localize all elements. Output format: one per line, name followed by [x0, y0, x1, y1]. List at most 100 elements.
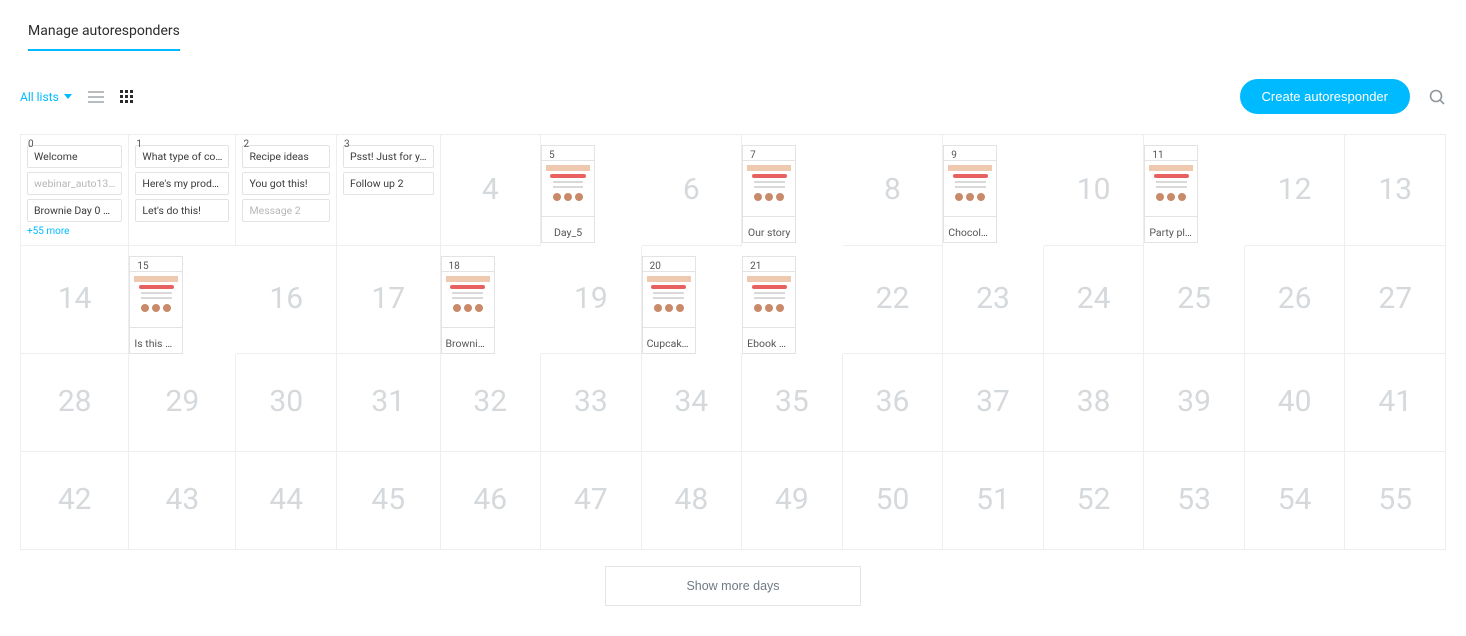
autoresponder-pill[interactable]: Follow up 2 — [343, 172, 434, 195]
day-cell[interactable]: 41 — [1345, 354, 1446, 452]
day-cell[interactable]: 55 — [1345, 452, 1446, 550]
day-cell[interactable]: 54 — [1245, 452, 1346, 550]
email-thumbnail[interactable] — [541, 160, 595, 217]
thumbnail-label: Day_5 — [554, 226, 582, 238]
day-number: 17 — [371, 281, 405, 316]
day-cell[interactable]: 52 — [1044, 452, 1145, 550]
day-cell[interactable]: 43 — [129, 452, 236, 550]
day-cell[interactable]: 26 — [1245, 246, 1346, 354]
day-cell[interactable]: 42 — [21, 452, 129, 550]
list-view-icon[interactable] — [88, 90, 104, 104]
day-number: 41 — [1378, 384, 1412, 419]
day-number: 9 — [951, 150, 957, 161]
day-cell[interactable]: 15Is this what you're… — [129, 256, 183, 354]
day-number: 38 — [1077, 384, 1111, 419]
day-cell[interactable]: 0Welcomewebinar_auto13…Brownie Day 0 …+5… — [21, 135, 129, 246]
email-thumbnail[interactable] — [742, 160, 796, 217]
day-cell[interactable]: 12 — [1245, 135, 1346, 246]
day-cell[interactable]: 7Our story — [742, 145, 796, 243]
email-thumbnail[interactable] — [129, 271, 183, 328]
day-number: 43 — [166, 482, 200, 517]
autoresponder-pill[interactable]: Message 2 — [242, 199, 330, 222]
toolbar: All lists Create autor — [20, 79, 1446, 114]
email-thumbnail[interactable] — [742, 271, 796, 328]
day-number: 53 — [1177, 482, 1211, 517]
day-cell[interactable]: 48 — [642, 452, 743, 550]
day-cell[interactable]: 39 — [1144, 354, 1245, 452]
day-cell[interactable]: 40 — [1245, 354, 1346, 452]
day-cell[interactable]: 34 — [642, 354, 743, 452]
day-cell[interactable]: 38 — [1044, 354, 1145, 452]
day-cell[interactable]: 29 — [129, 354, 236, 452]
show-more-days-button[interactable]: Show more days — [605, 566, 860, 606]
day-cell[interactable]: 5Day_5 — [541, 145, 595, 243]
email-thumbnail[interactable] — [1144, 160, 1198, 217]
autoresponder-pill[interactable]: Recipe ideas — [242, 145, 330, 168]
day-number: 14 — [58, 281, 92, 316]
email-thumbnail[interactable] — [441, 271, 495, 328]
autoresponder-pill[interactable]: Brownie Day 0 … — [27, 199, 122, 222]
autoresponder-pill[interactable]: Here's my prod… — [135, 172, 229, 195]
day-cell[interactable]: 16 — [236, 246, 337, 354]
day-cell[interactable]: 47 — [541, 452, 642, 550]
day-cell[interactable]: 17 — [337, 246, 441, 354]
day-cell[interactable]: 51 — [943, 452, 1044, 550]
day-cell[interactable]: 50 — [843, 452, 944, 550]
day-number: 39 — [1177, 384, 1211, 419]
day-cell[interactable]: 49 — [742, 452, 843, 550]
day-number: 42 — [58, 482, 92, 517]
search-icon[interactable] — [1428, 88, 1446, 106]
day-number: 10 — [1077, 172, 1111, 207]
day-cell[interactable]: 32 — [441, 354, 542, 452]
day-cell[interactable]: 53 — [1144, 452, 1245, 550]
day-cell[interactable]: 31 — [337, 354, 441, 452]
autoresponder-pill[interactable]: Psst! Just for y… — [343, 145, 434, 168]
day-number: 55 — [1378, 482, 1412, 517]
day-cell[interactable]: 1What type of co…Here's my prod…Let's do… — [129, 135, 236, 246]
day-cell[interactable]: 4 — [441, 135, 542, 246]
day-cell[interactable]: 14 — [21, 246, 129, 354]
day-cell[interactable]: 20Cupcake offer — [642, 256, 696, 354]
day-cell[interactable]: 30 — [236, 354, 337, 452]
day-cell[interactable]: 3Psst! Just for y…Follow up 2 — [337, 135, 441, 246]
day-cell[interactable]: 23 — [943, 246, 1044, 354]
list-filter-dropdown[interactable]: All lists — [20, 90, 72, 104]
autoresponder-pill[interactable]: webinar_auto13… — [27, 172, 122, 195]
grid-view-icon[interactable] — [120, 90, 134, 104]
day-cell[interactable]: 9Chocolate Monste… — [943, 145, 997, 243]
day-cell[interactable]: 21Ebook purchase — [742, 256, 796, 354]
day-cell[interactable]: 37 — [943, 354, 1044, 452]
autoresponder-pill[interactable]: Welcome — [27, 145, 122, 168]
day-number: 20 — [650, 261, 661, 272]
day-cell[interactable]: 10 — [1044, 135, 1145, 246]
day-cell[interactable]: 8 — [843, 135, 944, 246]
day-cell[interactable]: 45 — [337, 452, 441, 550]
autoresponder-pill[interactable]: You got this! — [242, 172, 330, 195]
day-cell[interactable]: 35 — [742, 354, 843, 452]
day-cell[interactable]: 6 — [642, 135, 743, 246]
create-autoresponder-button[interactable]: Create autoresponder — [1240, 79, 1410, 114]
day-number: 48 — [675, 482, 709, 517]
day-cell[interactable]: 13 — [1345, 135, 1446, 246]
email-thumbnail[interactable] — [943, 160, 997, 217]
day-cell[interactable]: 36 — [843, 354, 944, 452]
day-cell[interactable]: 19 — [541, 246, 642, 354]
day-cell[interactable]: 11Party planning? — [1144, 145, 1198, 243]
day-cell[interactable]: 22 — [843, 246, 944, 354]
day-cell[interactable]: 33 — [541, 354, 642, 452]
autoresponder-pill[interactable]: Let's do this! — [135, 199, 229, 222]
day-cell[interactable]: 24 — [1044, 246, 1145, 354]
day-number: 45 — [371, 482, 405, 517]
day-cell[interactable]: 44 — [236, 452, 337, 550]
day-cell[interactable]: 28 — [21, 354, 129, 452]
day-cell[interactable]: 27 — [1345, 246, 1446, 354]
autoresponder-pill[interactable]: What type of co… — [135, 145, 229, 168]
day-cell[interactable]: 2Recipe ideasYou got this!Message 2 — [236, 135, 337, 246]
more-link[interactable]: +55 more — [27, 226, 122, 237]
email-thumbnail[interactable] — [642, 271, 696, 328]
day-cell[interactable]: 46 — [441, 452, 542, 550]
day-cell[interactable]: 25 — [1144, 246, 1245, 354]
day-number: 8 — [884, 172, 901, 207]
day-number: 50 — [876, 482, 910, 517]
day-cell[interactable]: 18Brownie offer — [441, 256, 495, 354]
